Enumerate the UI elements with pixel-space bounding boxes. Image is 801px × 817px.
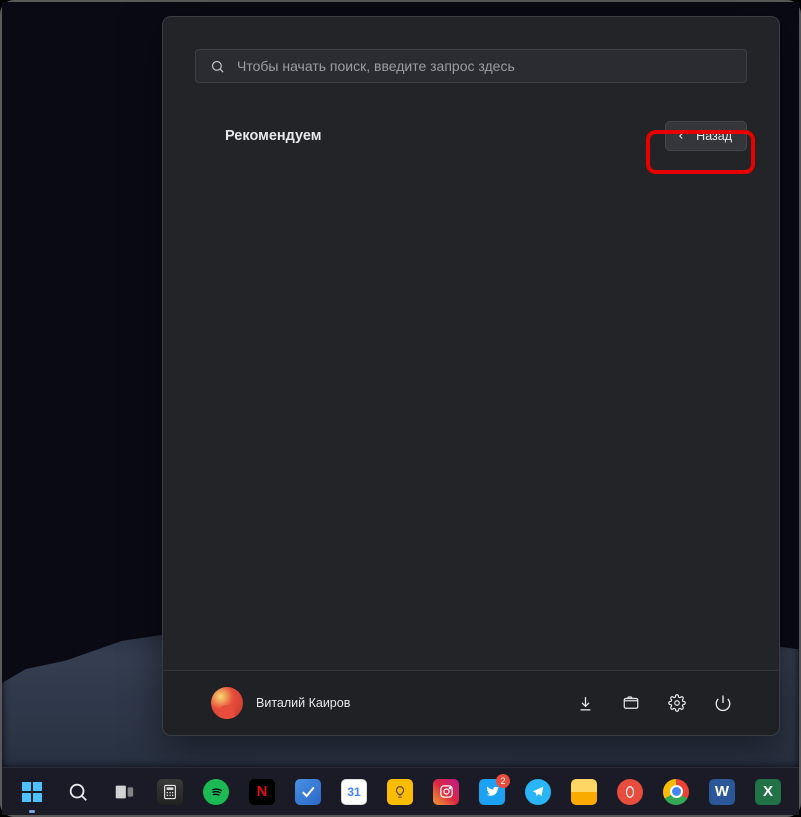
user-name: Виталий Каиров <box>256 696 350 710</box>
taskbar-file-explorer[interactable] <box>564 772 604 812</box>
documents-button[interactable] <box>620 692 642 714</box>
excel-icon: X <box>755 779 781 805</box>
user-account-button[interactable]: Виталий Каиров <box>211 687 350 719</box>
taskbar-twitter[interactable]: 2 <box>472 772 512 812</box>
windows-start-icon <box>20 780 44 804</box>
taskbar-search[interactable] <box>58 772 98 812</box>
taskbar-telegram[interactable] <box>518 772 558 812</box>
taskbar-netflix[interactable]: N <box>242 772 282 812</box>
taskbar-spotify[interactable] <box>196 772 236 812</box>
taskbar-calculator[interactable] <box>150 772 190 812</box>
folder-icon <box>622 694 640 712</box>
folder-icon <box>571 779 597 805</box>
keep-icon <box>387 779 413 805</box>
start-menu: Чтобы начать поиск, введите запрос здесь… <box>162 16 780 736</box>
taskbar: N 31 2 W <box>2 767 799 815</box>
twitter-badge: 2 <box>496 774 510 788</box>
taskbar-keep[interactable] <box>380 772 420 812</box>
download-icon <box>577 695 594 712</box>
power-icon <box>714 694 732 712</box>
taskbar-calendar[interactable]: 31 <box>334 772 374 812</box>
back-button[interactable]: Назад <box>665 121 747 151</box>
search-icon <box>210 59 225 74</box>
netflix-icon: N <box>249 779 275 805</box>
calculator-icon <box>157 779 183 805</box>
avatar <box>211 687 243 719</box>
taskbar-task-view[interactable] <box>104 772 144 812</box>
taskbar-chrome[interactable] <box>656 772 696 812</box>
telegram-icon <box>525 779 551 805</box>
chrome-icon <box>663 779 689 805</box>
settings-button[interactable] <box>666 692 688 714</box>
chevron-left-icon <box>676 131 686 141</box>
recommended-content <box>163 151 779 670</box>
start-footer: Виталий Каиров <box>163 670 779 735</box>
taskbar-todo[interactable] <box>288 772 328 812</box>
taskbar-instagram[interactable] <box>426 772 466 812</box>
calendar-icon: 31 <box>341 779 367 805</box>
downloads-button[interactable] <box>574 692 596 714</box>
spotify-icon <box>203 779 229 805</box>
search-input[interactable]: Чтобы начать поиск, введите запрос здесь <box>195 49 747 83</box>
back-button-label: Назад <box>696 129 732 143</box>
power-button[interactable] <box>712 692 734 714</box>
taskbar-word[interactable]: W <box>702 772 742 812</box>
search-icon <box>67 781 89 803</box>
gear-icon <box>668 694 686 712</box>
word-icon: W <box>709 779 735 805</box>
todo-icon <box>295 779 321 805</box>
taskbar-opera-gx[interactable] <box>610 772 650 812</box>
taskbar-start[interactable] <box>12 772 52 812</box>
task-view-icon <box>113 781 135 803</box>
search-placeholder: Чтобы начать поиск, введите запрос здесь <box>237 58 515 74</box>
instagram-icon <box>433 779 459 805</box>
taskbar-excel[interactable]: X <box>748 772 788 812</box>
opera-icon <box>617 779 643 805</box>
section-title: Рекомендуем <box>225 128 322 144</box>
footer-actions <box>574 692 734 714</box>
section-header: Рекомендуем Назад <box>195 121 747 151</box>
